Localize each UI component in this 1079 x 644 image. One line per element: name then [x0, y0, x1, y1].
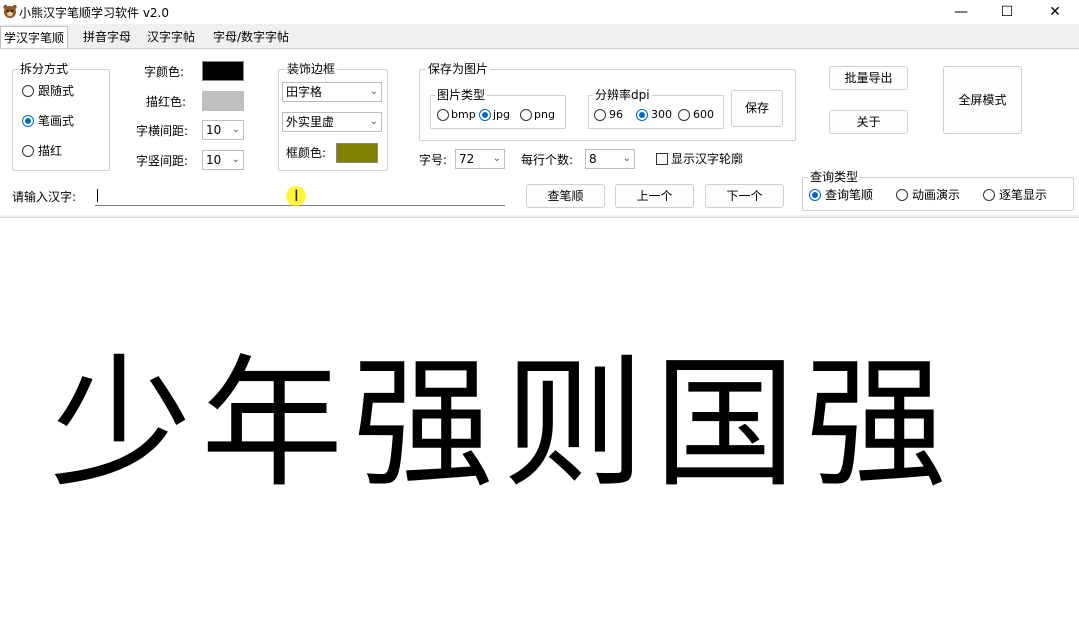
input-label: 请输入汉字: — [12, 190, 77, 204]
title-bar: 小熊汉字笔顺学习软件 v2.0 — ☐ ✕ — [0, 0, 1079, 24]
displayed-characters: 少年强则国强 — [50, 342, 956, 507]
radio-bmp-label: bmp — [451, 108, 476, 121]
chevron-down-icon: ⌄ — [369, 116, 378, 127]
border-group-title: 装饰边框 — [285, 62, 338, 76]
radio-dpi-96[interactable] — [594, 109, 606, 121]
font-size-select[interactable]: 72 ⌄ — [455, 149, 505, 169]
per-row-label: 每行个数: — [521, 153, 574, 167]
maximize-icon: ☐ — [1000, 4, 1014, 20]
radio-png-label: png — [534, 108, 555, 121]
text-caret — [97, 189, 98, 202]
radio-query-stroke-label: 查询笔顺 — [825, 188, 874, 202]
frame-color-swatch[interactable] — [336, 143, 378, 163]
radio-follow-label: 跟随式 — [38, 84, 75, 98]
radio-stroke[interactable] — [22, 115, 34, 127]
line-style-value: 外实里虚 — [286, 115, 335, 129]
chevron-down-icon: ⌄ — [231, 124, 240, 135]
save-image-title: 保存为图片 — [426, 62, 491, 76]
minimize-button[interactable]: — — [938, 0, 984, 24]
radio-trace[interactable] — [22, 145, 34, 157]
h-spacing-label: 字横间距: — [136, 124, 189, 138]
query-type-title: 查询类型 — [808, 170, 861, 184]
tab-pinyin-letters[interactable]: 拼音字母 — [80, 26, 134, 48]
minimize-icon: — — [954, 4, 968, 20]
radio-dpi-96-label: 96 — [609, 108, 623, 121]
font-size-label: 字号: — [419, 153, 448, 167]
radio-step-display-label: 逐笔显示 — [999, 188, 1048, 202]
close-icon: ✕ — [1049, 4, 1061, 20]
char-color-swatch[interactable] — [202, 61, 244, 81]
radio-animation-label: 动画演示 — [912, 188, 961, 202]
image-type-title: 图片类型 — [435, 88, 488, 102]
radio-dpi-300[interactable] — [636, 109, 648, 121]
chevron-down-icon: ⌄ — [622, 153, 631, 164]
about-button[interactable]: 关于 — [829, 110, 908, 134]
v-spacing-value: 10 — [206, 153, 222, 167]
dpi-title: 分辨率dpi — [593, 88, 652, 102]
frame-color-label: 框颜色: — [286, 146, 327, 160]
radio-dpi-600[interactable] — [678, 109, 690, 121]
radio-dpi-600-label: 600 — [693, 108, 714, 121]
chevron-down-icon: ⌄ — [369, 86, 378, 97]
v-spacing-label: 字竖间距: — [136, 154, 189, 168]
save-button[interactable]: 保存 — [731, 90, 783, 127]
v-spacing-select[interactable]: 10 ⌄ — [202, 150, 244, 170]
grid-type-value: 田字格 — [286, 85, 323, 99]
next-button[interactable]: 下一个 — [705, 184, 784, 208]
per-row-value: 8 — [589, 152, 597, 166]
h-spacing-select[interactable]: 10 ⌄ — [202, 120, 244, 140]
bear-app-icon — [3, 4, 17, 18]
ibeam-cursor-icon: I — [294, 186, 299, 205]
h-spacing-value: 10 — [206, 123, 222, 137]
outline-checkbox[interactable] — [656, 153, 668, 165]
radio-query-stroke[interactable] — [809, 189, 821, 201]
lookup-stroke-button[interactable]: 查笔顺 — [526, 184, 605, 208]
window-title: 小熊汉字笔顺学习软件 v2.0 — [19, 6, 170, 20]
maximize-button[interactable]: ☐ — [984, 0, 1030, 24]
fullscreen-button[interactable]: 全屏模式 — [943, 66, 1022, 134]
radio-follow[interactable] — [22, 85, 34, 97]
chevron-down-icon: ⌄ — [231, 154, 240, 165]
tab-letter-number-copybook[interactable]: 字母/数字字帖 — [210, 26, 292, 48]
radio-bmp[interactable] — [437, 109, 449, 121]
char-color-label: 字颜色: — [144, 65, 185, 79]
batch-export-button[interactable]: 批量导出 — [829, 66, 908, 90]
radio-jpg[interactable] — [479, 109, 491, 121]
line-style-select[interactable]: 外实里虚 ⌄ — [282, 112, 382, 132]
per-row-select[interactable]: 8 ⌄ — [585, 149, 635, 169]
font-size-value: 72 — [459, 152, 475, 166]
prev-button[interactable]: 上一个 — [615, 184, 694, 208]
grid-type-select[interactable]: 田字格 ⌄ — [282, 82, 382, 102]
radio-stroke-label: 笔画式 — [38, 114, 75, 128]
radio-animation[interactable] — [896, 189, 908, 201]
control-panel: 拆分方式 跟随式 笔画式 描红 字颜色: 描红色: 字横间距: 10 ⌄ 字竖间… — [0, 48, 1079, 215]
tab-hanzi-copybook[interactable]: 汉字字帖 — [144, 26, 198, 48]
close-button[interactable]: ✕ — [1032, 0, 1078, 24]
chevron-down-icon: ⌄ — [492, 153, 501, 164]
tab-learn-stroke-order[interactable]: 学汉字笔顺 — [0, 26, 69, 49]
radio-trace-label: 描红 — [38, 144, 63, 158]
split-mode-title: 拆分方式 — [18, 62, 71, 76]
radio-jpg-label: jpg — [493, 108, 511, 121]
radio-step-display[interactable] — [983, 189, 995, 201]
trace-color-label: 描红色: — [146, 95, 187, 109]
trace-color-swatch[interactable] — [202, 91, 244, 111]
outline-checkbox-label: 显示汉字轮廓 — [671, 152, 744, 166]
radio-png[interactable] — [520, 109, 532, 121]
radio-dpi-300-label: 300 — [651, 108, 672, 121]
